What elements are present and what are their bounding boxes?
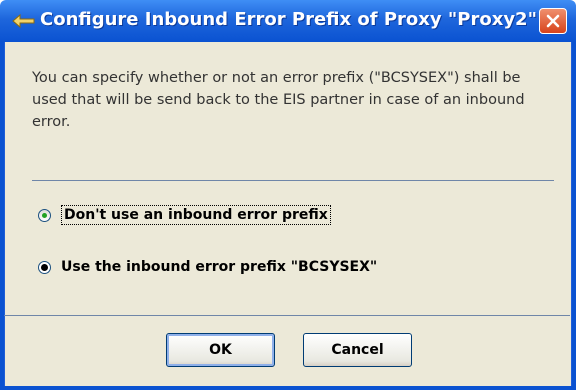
radio-no-prefix[interactable] [38, 208, 51, 222]
cancel-button[interactable]: Cancel [303, 333, 412, 367]
option-use-prefix-label: Use the inbound error prefix "BCSYSEX" [61, 259, 378, 275]
radio-use-prefix[interactable] [38, 260, 51, 274]
app-icon [12, 12, 36, 30]
close-icon [546, 14, 560, 28]
dialog-title: Configure Inbound Error Prefix of Proxy … [40, 9, 537, 30]
separator [32, 180, 554, 181]
dialog-window: Configure Inbound Error Prefix of Proxy … [0, 0, 576, 390]
option-use-prefix[interactable]: Use the inbound error prefix "BCSYSEX" [38, 256, 377, 278]
option-no-prefix-label: Don't use an inbound error prefix [61, 205, 331, 225]
frame-bottom [0, 386, 576, 390]
button-separator [4, 315, 570, 316]
ok-button[interactable]: OK [166, 333, 275, 367]
close-button[interactable] [539, 8, 567, 34]
description-text: You can specify whether or not an error … [32, 70, 525, 130]
option-no-prefix[interactable]: Don't use an inbound error prefix [38, 204, 331, 226]
frame-right [572, 42, 576, 390]
title-bar: Configure Inbound Error Prefix of Proxy … [0, 0, 576, 42]
